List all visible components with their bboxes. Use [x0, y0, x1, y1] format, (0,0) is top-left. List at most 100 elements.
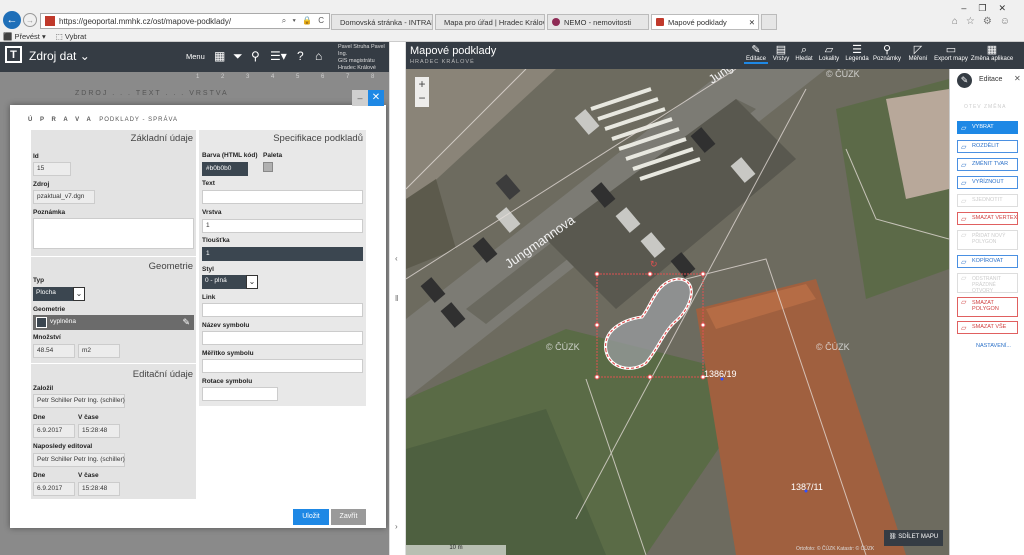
- browser-tab[interactable]: NEMO - nemovitosti: [547, 14, 649, 30]
- tool-zmena-aplikace[interactable]: ▦ Změna aplikace: [970, 44, 1014, 62]
- cuzk-watermark: © ČÚZK: [546, 342, 580, 352]
- smazat-vse-button[interactable]: ▱ SMAZAT VŠE: [957, 321, 1018, 334]
- tab-favicon: [552, 18, 560, 26]
- geometry-field: vyplněna ✎: [33, 315, 194, 330]
- splitter-handle-icon[interactable]: ‖: [395, 294, 398, 303]
- tool-poznamky[interactable]: ⚲ Poznámky: [872, 44, 902, 62]
- convert-label: Převést: [14, 31, 40, 41]
- panel-tabs[interactable]: OTEV ZMĚNA: [964, 104, 1007, 110]
- tool-editace[interactable]: ✎ Editace: [744, 44, 768, 64]
- symbol-rotation-field[interactable]: [202, 387, 278, 401]
- zmenit-tvar-button[interactable]: ▱ ZMĚNIT TVAR: [957, 158, 1018, 171]
- close-icon[interactable]: ✕: [368, 90, 384, 106]
- svg-text:↻: ↻: [650, 259, 658, 269]
- date-label: Dne: [33, 472, 46, 479]
- browser-actions[interactable]: ⌂☆⚙☺: [952, 16, 1018, 27]
- save-button[interactable]: Uložit: [293, 509, 329, 525]
- list-icon[interactable]: ☰▾: [270, 49, 287, 63]
- window-controls[interactable]: –❐✕: [961, 3, 1018, 14]
- left-app-title[interactable]: Zdroj dat ⌄: [29, 49, 90, 63]
- layers-icon: ▤: [775, 44, 787, 56]
- odstranit-otvory-button[interactable]: ▱ ODSTRANIT PRÁZDNÉ OTVORY: [957, 273, 1018, 294]
- palette-swatch[interactable]: [263, 162, 273, 172]
- created-date-field: 6.9.2017: [33, 424, 75, 438]
- thickness-field[interactable]: 1: [202, 247, 363, 261]
- browser-menubar: ⬛ Převést ▾ ⬚ Vybrat: [3, 30, 86, 42]
- tool-lokality[interactable]: ▱ Lokality: [816, 44, 842, 62]
- menu-label[interactable]: Menu: [186, 52, 205, 61]
- help-icon[interactable]: ?: [297, 49, 304, 63]
- collapse-left-icon[interactable]: ‹: [395, 254, 398, 263]
- address-bar[interactable]: https://geoportal.mmhk.cz/ost/mapove-pod…: [40, 13, 330, 29]
- smazat-polygon-button[interactable]: ▱ SMAZAT POLYGON: [957, 297, 1018, 317]
- user-info: Pavel Struha Pavel Ing. GIS magistrátu H…: [338, 44, 390, 72]
- date-label: Dne: [33, 414, 46, 421]
- rozdelit-button[interactable]: ▱ ROZDĚLIT: [957, 140, 1018, 153]
- tool-legenda[interactable]: ☰ Legenda: [843, 44, 871, 62]
- pencil-icon: ✎: [751, 44, 761, 56]
- color-field[interactable]: #b0b0b0: [202, 162, 248, 176]
- pridat-polygon-label: PŘIDAT NOVÝ POLYGON: [972, 233, 1006, 245]
- pane-splitter[interactable]: ‹ ‖ ›: [389, 42, 406, 555]
- smazat-vertex-button[interactable]: ▱ SMAZAT VERTEX: [957, 212, 1018, 225]
- panel-title: Editace: [979, 76, 1003, 83]
- kopirovat-label: KOPÍROVAT: [972, 258, 1004, 264]
- minimize-button[interactable]: –: [352, 90, 368, 106]
- tool-export[interactable]: ▭ Export mapy: [933, 44, 969, 62]
- note-textarea[interactable]: [33, 218, 194, 249]
- kopirovat-button[interactable]: ▱ KOPÍROVAT: [957, 255, 1018, 268]
- apps-grid-icon: ▦: [986, 44, 998, 56]
- new-tab-button[interactable]: [761, 14, 777, 30]
- tool-hledat[interactable]: ⌕ Hledat: [793, 44, 815, 62]
- close-button[interactable]: Zavřít: [331, 509, 366, 525]
- forward-arrow-icon[interactable]: →: [23, 13, 37, 27]
- tool-vrstvy[interactable]: ▤ Vrstvy: [770, 44, 792, 62]
- location-icon: ▱: [824, 44, 834, 56]
- address-controls[interactable]: ⌕ ▾ 🔒 C: [282, 16, 326, 26]
- zoom-out-button[interactable]: −: [415, 91, 429, 105]
- left-app-header: T Zdroj dat ⌄ Menu ▦ ⏷ ⚲ ☰▾ ? ⌂ Pavel St…: [0, 42, 389, 72]
- map-view[interactable]: ↻ + − Jungmannova Jung © ČÚZK © ČÚZK © Č…: [406, 69, 949, 555]
- tab-label: Mapové podklady: [668, 17, 727, 27]
- tool-label: Hledat: [795, 56, 813, 62]
- link-field[interactable]: [202, 303, 363, 317]
- home-icon[interactable]: ⌂: [315, 49, 322, 63]
- collapse-right-icon[interactable]: ›: [395, 522, 398, 531]
- vybrat-button[interactable]: ▱ VYBRAT: [957, 121, 1018, 134]
- pridat-polygon-button[interactable]: ▱ PŘIDAT NOVÝ POLYGON: [957, 230, 1018, 250]
- section-title: Základní údaje: [130, 133, 193, 144]
- user-city: Hradec Králové: [338, 65, 376, 71]
- browser-tab[interactable]: Mapa pro úřad | Hradec Králové: [435, 14, 545, 30]
- tab-label: NEMO - nemovitosti: [564, 17, 632, 27]
- measure-icon: ◸: [913, 44, 923, 56]
- vyriznout-button[interactable]: ▱ VYŘÍZNOUT: [957, 176, 1018, 189]
- browser-tab[interactable]: Domovská stránka - INTRANET: [331, 14, 433, 30]
- smazat-vse-label: SMAZAT VŠE: [972, 324, 1007, 330]
- settings-link[interactable]: NASTAVENÍ...: [976, 343, 1011, 349]
- tool-mereni[interactable]: ◸ Měření: [905, 44, 931, 62]
- created-time-field: 15:28:48: [78, 424, 120, 438]
- grid-icon[interactable]: ▦: [214, 49, 225, 63]
- tab-close-icon[interactable]: ✕: [749, 18, 755, 27]
- filter-icon[interactable]: ⏷: [233, 49, 243, 64]
- filter-settings-icon[interactable]: ⚲: [251, 49, 260, 63]
- delete-vertex-icon: ▱: [961, 216, 967, 223]
- typ-select[interactable]: Plocha ⌄: [33, 287, 85, 301]
- select-menu[interactable]: ⬚ Vybrat: [56, 32, 87, 41]
- style-select[interactable]: 0 - plná ⌄: [202, 275, 258, 289]
- address-url: https://geoportal.mmhk.cz/ost/mapove-pod…: [59, 16, 232, 26]
- zoom-in-button[interactable]: +: [415, 77, 429, 91]
- symbol-name-field[interactable]: [202, 331, 363, 345]
- browser-tab-active[interactable]: Mapové podklady ✕: [651, 14, 759, 30]
- layer-field[interactable]: 1: [202, 219, 363, 233]
- close-icon[interactable]: ✕: [1014, 74, 1021, 83]
- text-field[interactable]: [202, 190, 363, 204]
- sjednotit-button[interactable]: ▱ SJEDNOTIT: [957, 194, 1018, 207]
- id-field: 15: [33, 162, 71, 176]
- convert-menu[interactable]: ⬛ Převést ▾: [3, 32, 46, 41]
- share-map-button[interactable]: ⛓ SDÍLET MAPU: [884, 530, 944, 546]
- table-header-tabs: ZDROJ . . . TEXT . . . VRSTVA: [75, 90, 229, 97]
- back-arrow-icon[interactable]: ←: [3, 11, 21, 29]
- symbol-scale-field[interactable]: [202, 359, 363, 373]
- pencil-icon[interactable]: ✎: [182, 317, 190, 328]
